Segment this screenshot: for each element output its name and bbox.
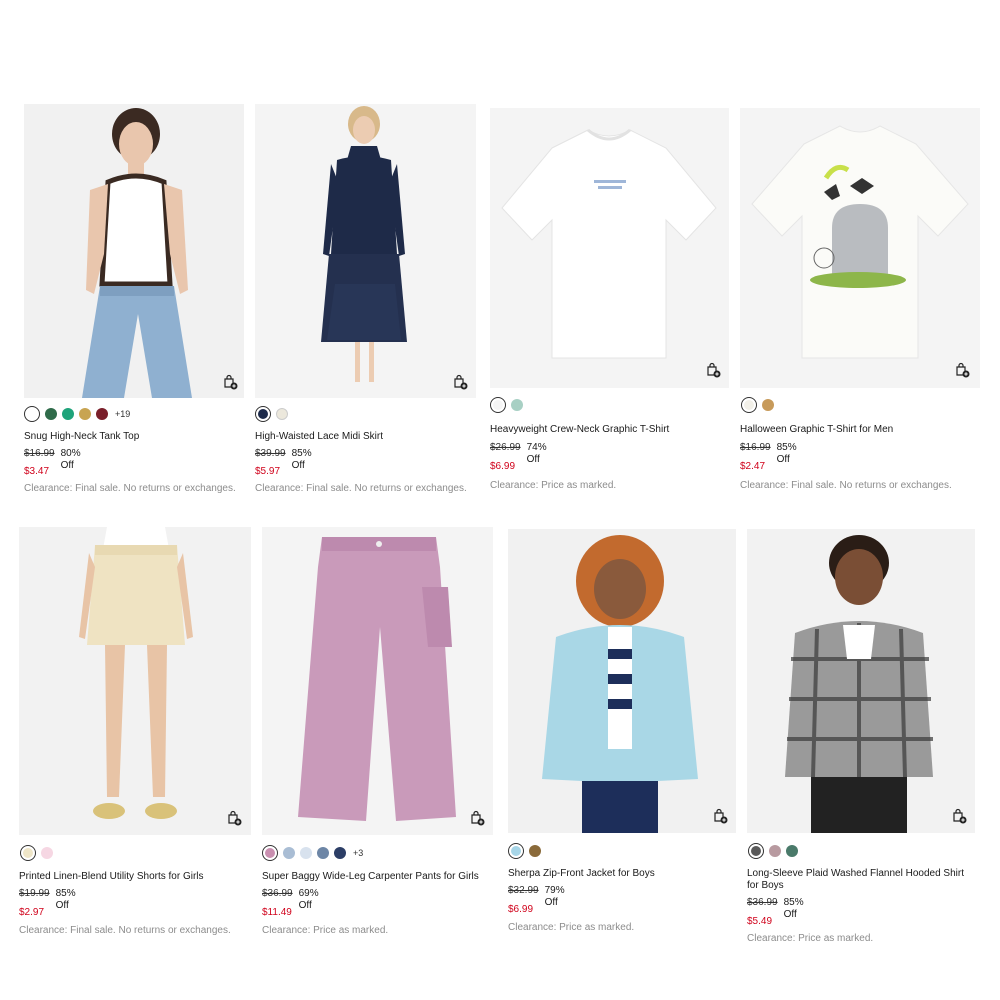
product-image[interactable] xyxy=(255,104,476,398)
color-swatch[interactable] xyxy=(769,845,781,857)
add-to-bag-button[interactable] xyxy=(452,374,468,390)
product-title[interactable]: Heavyweight Crew-Neck Graphic T-Shirt xyxy=(490,424,720,436)
sale-price: $2.97 xyxy=(19,907,45,918)
product-title[interactable]: Super Baggy Wide-Leg Carpenter Pants for… xyxy=(262,871,492,883)
discount-label: 85% Off xyxy=(291,448,312,471)
color-swatch[interactable] xyxy=(508,843,524,859)
sale-price: $6.99 xyxy=(490,461,516,472)
add-to-bag-button[interactable] xyxy=(222,374,238,390)
color-swatch[interactable] xyxy=(334,847,346,859)
clearance-note: Clearance: Final sale. No returns or exc… xyxy=(19,925,231,936)
shopping-bag-plus-icon xyxy=(953,808,967,824)
product-title[interactable]: Printed Linen-Blend Utility Shorts for G… xyxy=(19,871,249,883)
product-image[interactable] xyxy=(24,104,244,398)
product-image[interactable] xyxy=(19,527,251,835)
discount-label: 74% Off xyxy=(526,442,547,465)
add-to-bag-button[interactable] xyxy=(954,362,970,378)
color-swatch[interactable] xyxy=(62,408,74,420)
clearance-note: Clearance: Final sale. No returns or exc… xyxy=(24,483,236,494)
shopping-bag-plus-icon xyxy=(471,810,485,826)
color-swatches xyxy=(20,845,53,861)
sale-price: $3.47 xyxy=(24,466,50,477)
color-swatches xyxy=(741,397,774,413)
color-swatch[interactable] xyxy=(24,406,40,422)
color-swatch[interactable] xyxy=(96,408,108,420)
clearance-note: Clearance: Final sale. No returns or exc… xyxy=(255,483,467,494)
color-swatches xyxy=(255,406,288,422)
product-title[interactable]: Long-Sleeve Plaid Washed Flannel Hooded … xyxy=(747,868,975,892)
color-swatch[interactable] xyxy=(20,845,36,861)
color-swatch[interactable] xyxy=(276,408,288,420)
product-image[interactable] xyxy=(508,529,736,833)
more-colors-count[interactable]: +19 xyxy=(115,409,130,419)
discount-label: 69% Off xyxy=(298,888,319,911)
color-swatch[interactable] xyxy=(45,408,57,420)
color-swatch[interactable] xyxy=(262,845,278,861)
clearance-note: Clearance: Price as marked. xyxy=(747,933,874,944)
product-image[interactable] xyxy=(262,527,493,835)
color-swatch[interactable] xyxy=(748,843,764,859)
add-to-bag-button[interactable] xyxy=(705,362,721,378)
color-swatch[interactable] xyxy=(255,406,271,422)
color-swatch[interactable] xyxy=(511,399,523,411)
color-swatch[interactable] xyxy=(317,847,329,859)
product-image[interactable] xyxy=(747,529,975,833)
color-swatch[interactable] xyxy=(529,845,541,857)
add-to-bag-button[interactable] xyxy=(226,810,242,826)
shopping-bag-plus-icon xyxy=(714,808,728,824)
discount-label: 85% Off xyxy=(783,897,804,920)
clearance-note: Clearance: Final sale. No returns or exc… xyxy=(740,480,952,491)
sale-price: $2.47 xyxy=(740,461,766,472)
add-to-bag-button[interactable] xyxy=(469,810,485,826)
color-swatches xyxy=(508,843,541,859)
discount-label: 79% Off xyxy=(544,885,565,908)
clearance-note: Clearance: Price as marked. xyxy=(508,922,635,933)
clearance-note: Clearance: Price as marked. xyxy=(262,925,389,936)
color-swatch[interactable] xyxy=(79,408,91,420)
more-colors-count[interactable]: +3 xyxy=(353,848,363,858)
shopping-bag-plus-icon xyxy=(707,362,721,378)
sale-price: $11.49 xyxy=(262,907,292,918)
product-title[interactable]: Sherpa Zip-Front Jacket for Boys xyxy=(508,868,738,880)
color-swatches: +3 xyxy=(262,845,363,861)
clearance-note: Clearance: Price as marked. xyxy=(490,480,617,491)
shopping-bag-plus-icon xyxy=(224,374,238,390)
shopping-bag-plus-icon xyxy=(956,362,970,378)
color-swatches: +19 xyxy=(24,406,130,422)
color-swatches xyxy=(490,397,523,413)
color-swatch[interactable] xyxy=(741,397,757,413)
sale-price: $5.49 xyxy=(747,916,773,927)
discount-label: 80% Off xyxy=(60,448,81,471)
shopping-bag-plus-icon xyxy=(454,374,468,390)
shopping-bag-plus-icon xyxy=(228,810,242,826)
color-swatch[interactable] xyxy=(300,847,312,859)
product-image[interactable] xyxy=(490,108,729,388)
color-swatches xyxy=(748,843,798,859)
color-swatch[interactable] xyxy=(41,847,53,859)
color-swatch[interactable] xyxy=(490,397,506,413)
product-title[interactable]: High-Waisted Lace Midi Skirt xyxy=(255,431,485,443)
sale-price: $5.97 xyxy=(255,466,281,477)
color-swatch[interactable] xyxy=(786,845,798,857)
add-to-bag-button[interactable] xyxy=(712,808,728,824)
product-title[interactable]: Halloween Graphic T-Shirt for Men xyxy=(740,424,970,436)
add-to-bag-button[interactable] xyxy=(951,808,967,824)
product-title[interactable]: Snug High-Neck Tank Top xyxy=(24,431,254,443)
discount-label: 85% Off xyxy=(55,888,76,911)
discount-label: 85% Off xyxy=(776,442,797,465)
color-swatch[interactable] xyxy=(283,847,295,859)
product-image[interactable] xyxy=(740,108,980,388)
sale-price: $6.99 xyxy=(508,904,534,915)
color-swatch[interactable] xyxy=(762,399,774,411)
